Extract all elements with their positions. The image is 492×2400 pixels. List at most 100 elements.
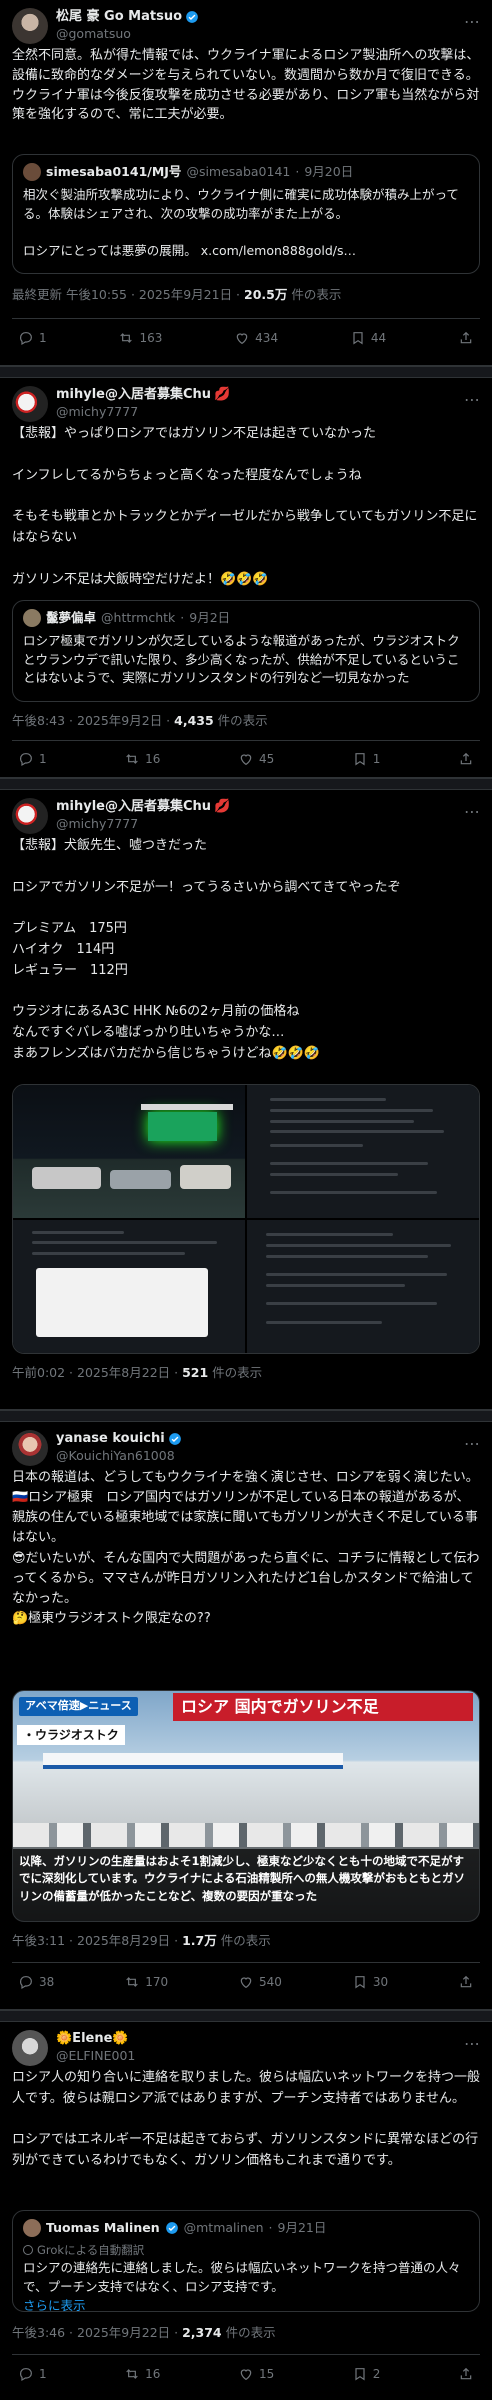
quote-tweet[interactable]: simesaba0141/MJ号 @simesaba0141 · 9月20日 相…: [12, 154, 480, 274]
repost-button[interactable]: 16: [124, 750, 160, 768]
grok-translation-label: Grokによる自動翻訳: [23, 2242, 469, 2259]
handle[interactable]: @gomatsuo: [56, 26, 199, 43]
bookmark-count: 44: [370, 331, 387, 345]
avatar[interactable]: [12, 386, 48, 422]
like-count: 434: [255, 331, 279, 345]
tv-logo: アベマ倍速▶ニュース: [19, 1697, 138, 1716]
repost-button[interactable]: 163: [118, 329, 162, 347]
post-header: mihyle@入居者募集Chu 💋 @michy7777 ⋯: [12, 790, 480, 836]
timestamp[interactable]: 午後3:46 · 2025年9月22日 ·: [12, 2325, 182, 2340]
canopy: [43, 1753, 343, 1769]
media-screenshot-1[interactable]: [247, 1085, 479, 1218]
views-label: 件の表示: [216, 1933, 271, 1948]
post-meta: 午後3:46 · 2025年9月22日 · 2,374 件の表示: [12, 2324, 480, 2346]
like-button[interactable]: 434: [234, 329, 278, 347]
handle[interactable]: @ELFINE001: [56, 2048, 135, 2065]
cars: [13, 1823, 479, 1847]
post-meta: 午前0:02 · 2025年8月22日 · 521 件の表示: [12, 1364, 480, 1386]
more-icon[interactable]: ⋯: [464, 8, 480, 34]
quote-avatar: [23, 609, 41, 628]
avatar[interactable]: [12, 798, 48, 834]
bookmark-button[interactable]: 30: [352, 1973, 388, 1991]
display-name[interactable]: 🌼Elene🌼: [56, 2030, 135, 2048]
media-screenshot-3[interactable]: [247, 1220, 479, 1353]
reply-button[interactable]: 1: [18, 329, 47, 347]
quote-sep: ·: [268, 2220, 273, 2235]
bookmark-button[interactable]: 44: [350, 329, 386, 347]
media-photo-gas-station[interactable]: [13, 1085, 245, 1218]
repost-count: 16: [145, 2367, 161, 2381]
timestamp[interactable]: 最終更新 午後10:55 · 2025年9月21日 ·: [12, 287, 244, 302]
handle[interactable]: @KouichiYan61008: [56, 1448, 182, 1465]
handle[interactable]: @michy7777: [56, 816, 230, 833]
view-count: 2,374: [182, 2325, 222, 2340]
display-name[interactable]: mihyle@入居者募集Chu 💋: [56, 798, 230, 816]
avatar[interactable]: [12, 8, 48, 44]
news-image[interactable]: アベマ倍速▶ニュース ロシア 国内でガソリン不足 ・ウラジオストク 以降、ガソリ…: [12, 1690, 480, 1922]
reply-icon: [20, 753, 32, 767]
bookmark-icon: [355, 2368, 365, 2381]
quote-sep: ·: [180, 610, 185, 625]
bookmark-button[interactable]: 2: [352, 2365, 381, 2383]
handle[interactable]: @michy7777: [56, 404, 230, 421]
quote-avatar: [23, 163, 41, 182]
reply-button[interactable]: 38: [18, 1973, 54, 1991]
avatar[interactable]: [12, 2030, 48, 2066]
reply-button[interactable]: 1: [18, 2365, 47, 2383]
media-screenshot-2[interactable]: [13, 1220, 245, 1353]
timestamp[interactable]: 午前0:02 · 2025年8月22日 ·: [12, 1365, 182, 1380]
repost-button[interactable]: 170: [124, 1973, 168, 1991]
like-button[interactable]: 540: [238, 1973, 282, 1991]
post-text: ロシア人の知り合いに連絡を取りました。彼らは幅広いネットワークを持つ一般人です。…: [12, 2070, 481, 2169]
share-button[interactable]: [458, 2366, 474, 2382]
display-name[interactable]: mihyle@入居者募集Chu 💋: [56, 386, 230, 404]
post-meta: 午後3:11 · 2025年8月29日 · 1.7万 件の表示: [12, 1932, 480, 1954]
display-name[interactable]: 松尾 豪 Go Matsuo: [56, 8, 199, 26]
more-icon[interactable]: ⋯: [464, 386, 480, 412]
repost-icon: [126, 754, 138, 764]
bookmark-button[interactable]: 1: [352, 750, 380, 768]
bookmark-count: 2: [372, 2367, 381, 2381]
more-icon[interactable]: ⋯: [464, 2030, 480, 2056]
share-button[interactable]: [458, 751, 474, 767]
post-text: 【悲報】犬飯先生、嘘つきだった ロシアでガソリン不足が一！ってうるさいから調べて…: [12, 838, 401, 1061]
more-icon[interactable]: ⋯: [464, 1430, 480, 1456]
views-label: 件の表示: [287, 287, 342, 302]
timestamp[interactable]: 午後8:43 · 2025年9月2日 ·: [12, 713, 174, 728]
display-name[interactable]: yanase kouichi: [56, 1430, 182, 1448]
quote-date: 9月2日: [189, 610, 231, 625]
post-5: 🌼Elene🌼 @ELFINE001 ⋯ ロシア人の知り合いに連絡を取りました。…: [0, 2022, 492, 2400]
reply-button[interactable]: 1: [18, 750, 47, 768]
share-icon: [460, 1975, 472, 1988]
separator: [0, 366, 492, 378]
like-button[interactable]: 45: [238, 750, 274, 768]
quote-name: 鬣夢偏卓: [46, 610, 97, 625]
post-text: 【悲報】やっぱりロシアではガソリン不足は起きていなかった インフレしてるからちょ…: [12, 426, 478, 587]
repost-icon: [120, 333, 133, 343]
quote-tweet[interactable]: Tuomas Malinen @mtmalinen · 9月21日 Grokによ…: [12, 2210, 480, 2313]
separator: [0, 2010, 492, 2022]
repost-button[interactable]: 16: [124, 2365, 160, 2383]
share-icon: [460, 752, 472, 765]
media-grid[interactable]: [12, 1084, 480, 1354]
share-button[interactable]: [458, 330, 474, 346]
avatar[interactable]: [12, 1430, 48, 1466]
bookmark-icon: [353, 332, 363, 345]
action-bar: 1 163 434 44: [12, 319, 480, 357]
verified-icon: [168, 1432, 181, 1445]
quote-handle: @httrmchtk: [101, 610, 176, 625]
post-4: yanase kouichi @KouichiYan61008 ⋯ 日本の報道は…: [0, 1422, 492, 2010]
like-button[interactable]: 15: [238, 2365, 274, 2383]
share-button[interactable]: [458, 1974, 474, 1990]
quote-tweet[interactable]: 鬣夢偏卓 @httrmchtk · 9月2日 ロシア極東でガソリンが欠乏している…: [12, 600, 480, 702]
bookmark-icon: [355, 753, 365, 766]
more-icon[interactable]: ⋯: [464, 798, 480, 824]
post-header: yanase kouichi @KouichiYan61008 ⋯: [12, 1422, 480, 1468]
post-header: mihyle@入居者募集Chu 💋 @michy7777 ⋯: [12, 378, 480, 424]
share-icon: [460, 2367, 472, 2380]
repost-count: 16: [145, 752, 161, 766]
like-icon: [240, 754, 252, 766]
quote-text: ロシアの連絡先に連絡しました。彼らは幅広いネットワークを持つ普通の人々で、プーチ…: [23, 2260, 461, 2294]
show-more-link[interactable]: さらに表示: [23, 2297, 469, 2316]
timestamp[interactable]: 午後3:11 · 2025年8月29日 ·: [12, 1933, 182, 1948]
